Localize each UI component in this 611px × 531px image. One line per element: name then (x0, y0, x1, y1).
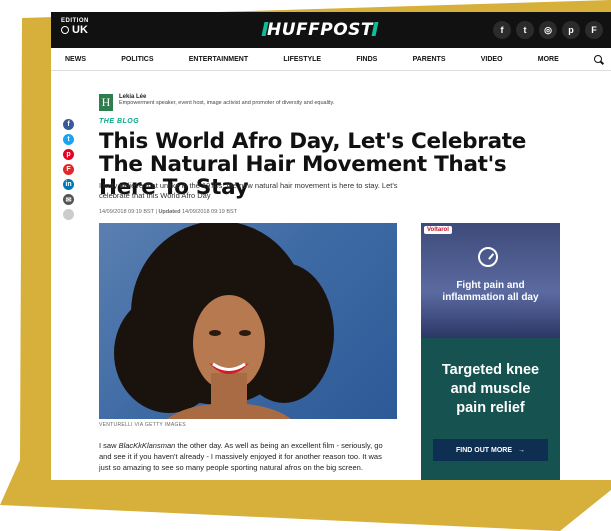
timestamp: 14/09/2018 09:19 BST | Updated 14/09/201… (99, 209, 238, 215)
facebook-icon[interactable]: f (493, 21, 511, 39)
edition-selector[interactable]: EDITION UK (61, 18, 89, 36)
author-block: H Lekia Lée Empowerment speaker, event h… (99, 94, 399, 111)
nav-item-news[interactable]: NEWS (65, 56, 86, 63)
article-subtitle: I truly believe that unlike in the 1970s… (99, 181, 398, 200)
article-photo (99, 223, 397, 419)
instagram-icon[interactable]: ◎ (539, 21, 557, 39)
nav-item-parents[interactable]: PARENTS (413, 56, 446, 63)
nav-item-politics[interactable]: POLITICS (121, 56, 153, 63)
nav-item-lifestyle[interactable]: LIFESTYLE (283, 56, 321, 63)
globe-icon (61, 26, 69, 34)
film-title: BlacKkKlansman (118, 441, 176, 450)
article-page: EDITION UK HUFFPOST f t ◎ p F NEWS POLITICS EN… (51, 12, 611, 480)
nav-item-video[interactable]: VIDEO (481, 56, 503, 63)
main-nav: NEWS POLITICS ENTERTAINMENT LIFESTYLE FINDS P… (51, 48, 611, 71)
huffpost-logo[interactable]: HUFFPOST (261, 20, 379, 40)
portrait-image (114, 223, 334, 419)
ad-tagline-2: inflammation all day (442, 292, 539, 303)
ad-tagline-1: Fight pain and (456, 280, 525, 291)
clock-icon (478, 247, 498, 267)
advertisement[interactable]: Voltarol Fight pain and inflammation all… (421, 223, 560, 480)
social-links: f t ◎ p F (493, 21, 603, 39)
nav-item-more[interactable]: MORE (538, 56, 559, 63)
author-bio: Empowerment speaker, event host, image a… (119, 100, 335, 106)
share-email-icon[interactable]: ✉ (63, 194, 74, 205)
ad-headline-1: Targeted knee (441, 362, 540, 378)
arrow-right-icon: → (518, 446, 525, 454)
blog-kicker[interactable]: THE BLOG (99, 118, 139, 125)
article-body: I saw BlacKkKlansman the other day. As w… (99, 441, 383, 472)
ad-headline-3: pain relief (456, 400, 525, 416)
share-comment-icon[interactable] (63, 209, 74, 220)
pinterest-icon[interactable]: p (562, 21, 580, 39)
ad-brand-logo: Voltarol (424, 226, 452, 234)
ad-headline-2: and muscle (450, 381, 531, 397)
top-bar: EDITION UK HUFFPOST f t ◎ p F (51, 12, 611, 48)
photo-caption: VENTURELLI VIA GETTY IMAGES (99, 422, 186, 428)
share-linkedin-icon[interactable]: in (63, 179, 74, 190)
search-icon[interactable] (594, 55, 602, 63)
share-facebook-icon[interactable]: f (63, 119, 74, 130)
share-twitter-icon[interactable]: t (63, 134, 74, 145)
share-column: f t p Fin ✉ (63, 119, 74, 220)
author-avatar[interactable]: H (99, 94, 113, 111)
share-pinterest-icon[interactable]: p (63, 149, 74, 160)
nav-item-finds[interactable]: FINDS (356, 56, 377, 63)
twitter-icon[interactable]: t (516, 21, 534, 39)
find-out-more-button[interactable]: FIND OUT MORE → (433, 439, 548, 461)
edition-name: UK (72, 24, 88, 36)
share-flipboard-icon[interactable]: F (63, 164, 74, 175)
flipboard-icon[interactable]: F (585, 21, 603, 39)
nav-item-entertainment[interactable]: ENTERTAINMENT (189, 56, 248, 63)
